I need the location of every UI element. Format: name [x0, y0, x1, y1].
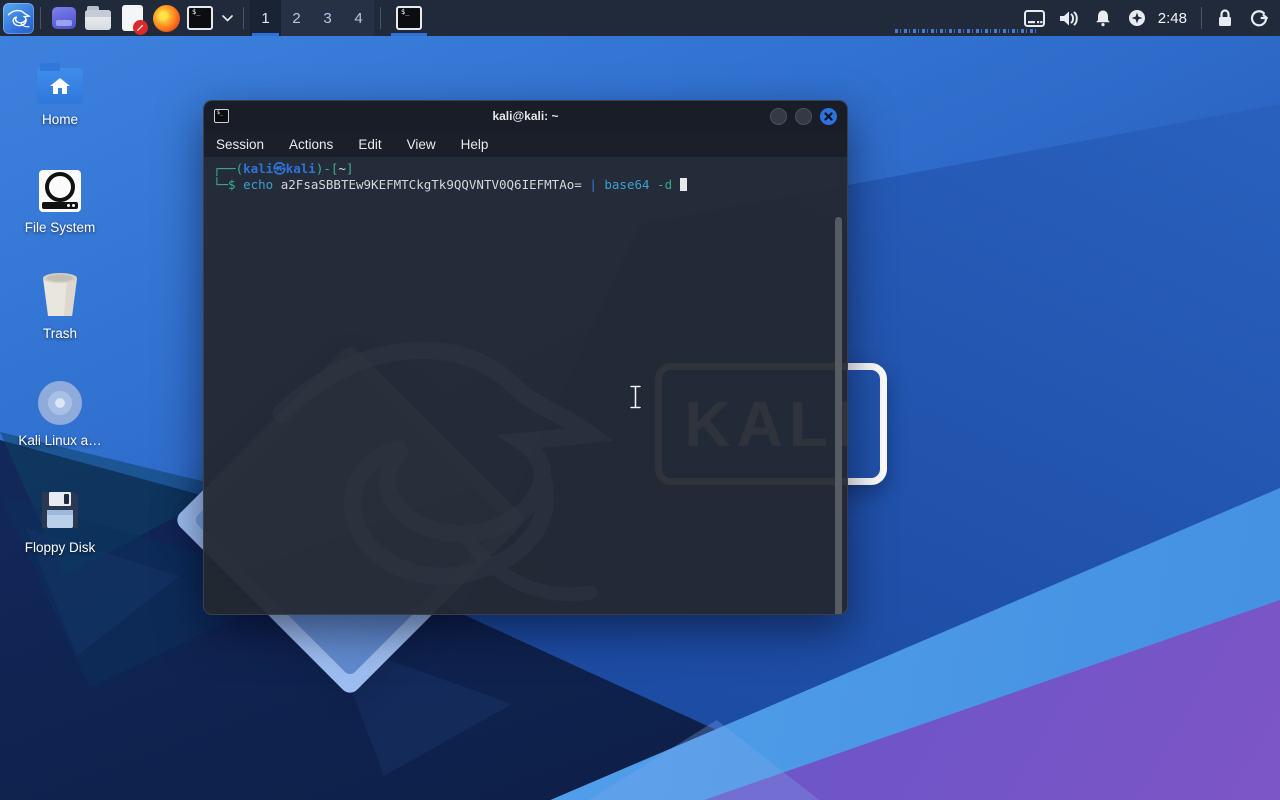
desktop-icon-floppy-disk[interactable]: Floppy Disk — [8, 480, 112, 580]
launcher-window-app-button[interactable] — [49, 3, 79, 33]
workspace-switcher: 1 2 3 4 — [250, 0, 374, 36]
kali-menu-button[interactable] — [3, 2, 34, 34]
prompt-symbol: └─$ — [213, 177, 236, 192]
command-argument: a2FsaSBBTEw9KEFMTCkgTk9QQVNTV0Q6IEFMTAo= — [280, 177, 582, 192]
window-title: kali@kali: ~ — [492, 109, 559, 123]
maximize-button[interactable] — [795, 107, 812, 125]
lock-icon — [1219, 9, 1231, 26]
menu-help[interactable]: Help — [461, 137, 489, 152]
close-icon — [824, 111, 833, 121]
launcher-file-manager-button[interactable] — [83, 3, 113, 33]
panel-separator — [380, 7, 381, 29]
optical-disc-icon — [38, 381, 82, 425]
logout-icon — [1250, 10, 1268, 27]
menu-session[interactable]: Session — [216, 137, 264, 152]
window-terminal-icon: $_ — [214, 109, 229, 123]
panel-separator — [40, 7, 41, 29]
launcher-terminal-button[interactable]: $_ — [185, 3, 215, 33]
tray-volume-button[interactable] — [1052, 0, 1086, 36]
prompt-line-2: └─$ echo a2FsaSBBTEw9KEFMTCkgTk9QQVNTV0Q… — [213, 177, 847, 193]
terminal-content[interactable]: ┌──(kali㉿kali)-[~] └─$ echo a2FsaSBBTEw9… — [204, 157, 847, 614]
trash-bucket-icon — [43, 273, 77, 316]
text-editor-icon — [121, 5, 148, 35]
home-folder-icon — [37, 63, 83, 104]
top-panel: $_ 1 2 3 4 $_ 2:48 — [0, 0, 1280, 36]
scrollbar-thumb[interactable] — [835, 217, 842, 614]
file-manager-icon — [85, 5, 111, 30]
firefox-icon — [152, 4, 180, 32]
bell-icon — [1095, 10, 1110, 27]
display-icon — [1024, 9, 1046, 27]
panel-artifact-dashes — [895, 29, 1037, 33]
tray-notifications-button[interactable] — [1086, 0, 1120, 36]
command-program: echo — [243, 177, 274, 192]
volume-icon — [1060, 11, 1079, 25]
desktop-icon-label: Home — [41, 112, 78, 127]
prompt-user: kali㉿kali — [243, 161, 316, 176]
taskbar-terminal-window-button[interactable]: $_ — [387, 0, 431, 36]
desktop-icon-label: Floppy Disk — [24, 540, 96, 555]
terminal-menubar: Session Actions Edit View Help — [204, 131, 847, 157]
prompt-cwd: ~ — [338, 161, 346, 176]
tray-logout-button[interactable] — [1242, 0, 1276, 36]
desktop-icon-home[interactable]: Home — [8, 52, 112, 152]
panel-separator — [1201, 7, 1202, 29]
menu-edit[interactable]: Edit — [358, 137, 381, 152]
desktop: KALI Home File System Trash Kali Linux a… — [0, 0, 1280, 800]
edit-badge-icon — [132, 20, 148, 35]
workspace-button-1[interactable]: 1 — [250, 0, 281, 36]
terminal-icon: $_ — [187, 6, 213, 30]
workspace-button-2[interactable]: 2 — [281, 0, 312, 36]
floppy-disk-icon — [42, 492, 78, 528]
desktop-icon-trash[interactable]: Trash — [8, 266, 112, 366]
terminal-icon: $_ — [396, 6, 422, 30]
chevron-down-icon — [221, 14, 233, 22]
prompt-end: ] — [345, 161, 354, 176]
updates-icon — [1128, 10, 1145, 26]
workspace-button-4[interactable]: 4 — [343, 0, 374, 36]
terminal-cursor — [679, 178, 687, 191]
window-app-icon — [52, 7, 76, 29]
system-tray: 2:48 — [1018, 0, 1280, 36]
tray-lock-button[interactable] — [1208, 0, 1242, 36]
hard-drive-icon — [39, 170, 81, 212]
launcher-firefox-button[interactable] — [151, 3, 181, 33]
minimize-button[interactable] — [770, 107, 787, 125]
terminal-window: $_ kali@kali: ~ Session Actions Edit Vie… — [203, 100, 848, 615]
launcher-dropdown-button[interactable] — [219, 3, 235, 33]
workspace-button-3[interactable]: 3 — [312, 0, 343, 36]
prompt-close: )-[ — [315, 161, 339, 176]
desktop-icon-kali-linux[interactable]: Kali Linux a… — [8, 373, 112, 473]
launcher-text-editor-button[interactable] — [117, 3, 148, 35]
window-titlebar[interactable]: $_ kali@kali: ~ — [204, 101, 847, 131]
desktop-icon-label: Kali Linux a… — [18, 433, 102, 448]
menu-view[interactable]: View — [407, 137, 436, 152]
command-pipe: | — [589, 177, 597, 192]
tray-updates-button[interactable] — [1120, 0, 1154, 36]
panel-separator — [243, 7, 244, 29]
desktop-icon-label: File System — [24, 220, 96, 235]
clock[interactable]: 2:48 — [1158, 10, 1187, 27]
close-button[interactable] — [820, 107, 837, 125]
desktop-icon-file-system[interactable]: File System — [8, 160, 112, 260]
menu-actions[interactable]: Actions — [289, 137, 333, 152]
command-program2: base64 — [604, 177, 650, 192]
kali-dragon-icon — [7, 9, 31, 28]
command-flag: -d — [657, 177, 673, 192]
kali-dragon-watermark — [272, 341, 614, 602]
desktop-icon-label: Trash — [42, 326, 77, 341]
prompt-open: ┌──( — [213, 161, 244, 176]
prompt-line-1: ┌──(kali㉿kali)-[~] — [213, 161, 847, 177]
